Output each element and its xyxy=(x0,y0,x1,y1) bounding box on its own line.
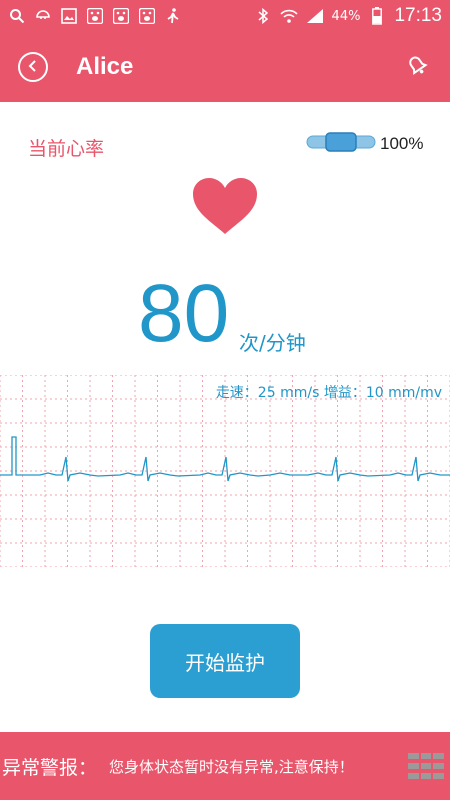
paw-app-icon xyxy=(112,7,130,25)
signal-icon xyxy=(306,7,324,25)
paw-app-icon xyxy=(86,7,104,25)
status-bar: 44% 17:13 xyxy=(0,0,450,32)
alert-title: 异常警报： xyxy=(2,756,98,779)
battery-icon xyxy=(368,7,386,25)
page-title: Alice xyxy=(76,53,134,80)
heart-icon xyxy=(190,176,260,236)
search-icon xyxy=(8,7,26,25)
battery-percent: 44% xyxy=(331,8,361,24)
back-circle-icon xyxy=(26,58,40,77)
status-right: 44% 17:13 xyxy=(254,5,442,27)
ecg-speed-gain: 走速：25 mm/s 增益：10 mm/mv xyxy=(215,385,442,401)
device-battery-icon xyxy=(306,132,376,156)
device-battery: 100% xyxy=(306,132,423,156)
ecg-chart xyxy=(0,375,450,567)
app-bar: Alice xyxy=(0,32,450,102)
ecg-waveform xyxy=(0,436,450,482)
gallery-icon xyxy=(60,7,78,25)
bluetooth-icon xyxy=(254,7,272,25)
paw-app-icon xyxy=(138,7,156,25)
heart-rate-value: 80 xyxy=(138,268,230,359)
wifi-icon xyxy=(279,7,298,25)
start-monitoring-button[interactable]: 开始监护 xyxy=(150,624,300,698)
clock: 17:13 xyxy=(394,5,442,26)
status-left-icons xyxy=(8,7,182,25)
device-battery-percent: 100% xyxy=(380,134,424,153)
walk-icon xyxy=(164,7,182,25)
alarm-button[interactable] xyxy=(402,52,432,82)
heart-rate-label: 当前心率 xyxy=(28,138,105,160)
baby-icon xyxy=(34,7,52,25)
alarm-bell-icon xyxy=(404,52,430,82)
back-button[interactable] xyxy=(18,52,48,82)
menu-grid-icon[interactable] xyxy=(408,751,444,781)
heart-rate-unit: 次/分钟 xyxy=(239,331,306,355)
alert-message: 您身体状态暂时没有异常,注意保持！ xyxy=(109,757,354,776)
alert-bar: 异常警报： 您身体状态暂时没有异常,注意保持！ xyxy=(0,732,450,800)
